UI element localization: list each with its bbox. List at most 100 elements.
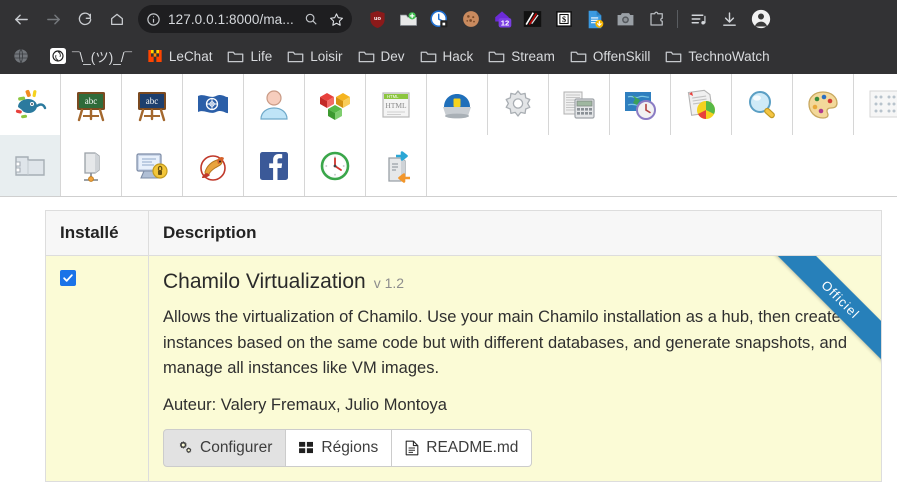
installed-checkbox[interactable]: [60, 270, 76, 286]
blue-blackboard-abc-icon[interactable]: abc: [122, 74, 183, 135]
icon-grid-filler: [427, 135, 488, 196]
configure-button[interactable]: Configurer: [163, 428, 287, 467]
regions-button[interactable]: Régions: [286, 428, 393, 467]
svg-text:abc: abc: [85, 96, 98, 106]
cookie-manager-icon[interactable]: [455, 4, 486, 34]
document-file-icon: [405, 440, 419, 456]
bookmark-folder-life[interactable]: Life: [220, 45, 279, 68]
map-clock-icon[interactable]: [610, 74, 671, 135]
account-avatar-icon[interactable]: [745, 4, 776, 34]
html-page-icon[interactable]: HTML HTML: [366, 74, 427, 135]
bookmark-label: LeChat: [168, 48, 213, 64]
gear-settings-icon[interactable]: [488, 74, 549, 135]
downloads-icon[interactable]: [714, 4, 745, 34]
info-circle-icon[interactable]: [146, 12, 161, 27]
reports-piechart-icon[interactable]: [671, 74, 732, 135]
gears-icon: [177, 440, 193, 455]
folder-icon: [488, 49, 505, 64]
globe-icon: [13, 48, 29, 64]
bookmark-label: TechnoWatch: [688, 48, 770, 64]
extension-strip: uo 12 $: [356, 4, 891, 34]
plugins-table: Installé Description Officiel Chamilo Vi…: [45, 210, 882, 482]
ublock-origin-icon[interactable]: uo: [362, 4, 393, 34]
server-migration-icon[interactable]: [366, 135, 427, 196]
screenshot-camera-icon[interactable]: [610, 4, 641, 34]
bookmark-folder-offenskill[interactable]: OffenSkill: [563, 45, 658, 68]
column-header-description: Description: [148, 210, 882, 256]
column-header-installed: Installé: [45, 210, 149, 256]
url-text[interactable]: 127.0.0.1:8000/ma...: [168, 12, 297, 27]
page-title: Chamilo Virtualization: [163, 270, 366, 293]
svg-text:HTML: HTML: [385, 101, 407, 110]
bookmark-label: Life: [250, 48, 273, 64]
cell-plugin-description: Officiel Chamilo Virtualization v 1.2 Al…: [148, 255, 882, 482]
cell-installed-checkbox: [45, 255, 149, 482]
icon-grid-row-2: [0, 135, 897, 196]
forward-button[interactable]: [38, 4, 68, 34]
svg-text:uo: uo: [374, 16, 381, 22]
green-blackboard-abc-icon[interactable]: abc: [61, 74, 122, 135]
plugin-author-text: Auteur: Valery Fremaux, Julio Montoya: [163, 395, 447, 414]
regions-button-label: Régions: [321, 438, 379, 456]
bookmark-folder-hack[interactable]: Hack: [413, 45, 481, 68]
browser-chrome: 127.0.0.1:8000/ma... uo 12 $ ¯\_(ツ)_/¯ L…: [0, 0, 897, 74]
bookmark-label: OffenSkill: [592, 48, 651, 64]
blue-dome-building-icon[interactable]: [427, 74, 488, 135]
privacy-clock-icon[interactable]: [424, 4, 455, 34]
colored-blocks-icon[interactable]: [305, 74, 366, 135]
svg-text:HTML: HTML: [387, 94, 399, 99]
folder-icon: [570, 49, 587, 64]
facebook-icon[interactable]: [244, 135, 305, 196]
bookmark-lechat[interactable]: LeChat: [140, 44, 220, 68]
back-button[interactable]: [6, 4, 36, 34]
bookmark-folder-stream[interactable]: Stream: [481, 45, 562, 68]
bookmark-folder-dev[interactable]: Dev: [351, 45, 412, 68]
search-icon[interactable]: [304, 12, 318, 26]
palette-themes-icon[interactable]: [793, 74, 854, 135]
bookmark-folder-technowatch[interactable]: TechnoWatch: [658, 45, 776, 68]
bookmark-label: Stream: [511, 48, 555, 64]
bookmark-label: Loisir: [310, 48, 343, 64]
dark-reader-icon[interactable]: [517, 4, 548, 34]
bookmark-chatgpt[interactable]: ¯\_(ツ)_/¯: [43, 42, 139, 70]
bookmark-globe[interactable]: [6, 44, 42, 68]
configure-button-label: Configurer: [200, 438, 273, 456]
bookmark-label: ¯\_(ツ)_/¯: [72, 50, 132, 65]
home-button[interactable]: [102, 4, 132, 34]
user-profile-icon[interactable]: [244, 74, 305, 135]
admin-icon-grid: abc abc HTML HTML: [0, 74, 897, 197]
calculator-icon[interactable]: [549, 74, 610, 135]
readme-button[interactable]: README.md: [392, 428, 533, 467]
page-content: abc abc HTML HTML Installé Description O…: [0, 74, 897, 482]
address-bar[interactable]: 127.0.0.1:8000/ma...: [138, 5, 352, 33]
plugins-table-wrapper: Installé Description Officiel Chamilo Vi…: [45, 210, 882, 482]
svg-text:abc: abc: [146, 96, 159, 106]
svg-text:$: $: [561, 15, 565, 24]
secure-computer-icon[interactable]: [122, 135, 183, 196]
plugin-action-buttons: Configurer Régions README.md: [163, 428, 533, 467]
server-node-icon[interactable]: [61, 135, 122, 196]
document-download-icon[interactable]: [579, 4, 610, 34]
folder-icon: [287, 49, 304, 64]
extensions-puzzle-icon[interactable]: [641, 4, 672, 34]
reload-button[interactable]: [70, 4, 100, 34]
purple-home-icon[interactable]: 12: [486, 4, 517, 34]
plugin-version: v 1.2: [373, 275, 405, 291]
bookmark-folder-loisir[interactable]: Loisir: [280, 45, 349, 68]
clock-icon[interactable]: [305, 135, 366, 196]
currency-converter-icon[interactable]: $: [548, 4, 579, 34]
bookmarks-bar: ¯\_(ツ)_/¯ LeChat Life Loisir Dev Hack St…: [0, 38, 897, 74]
folder-icon: [358, 49, 375, 64]
star-icon[interactable]: [329, 12, 344, 27]
magnifier-search-icon[interactable]: [732, 74, 793, 135]
save-to-folder-icon[interactable]: [393, 4, 424, 34]
playlist-icon[interactable]: [683, 4, 714, 34]
virtualization-folder-icon[interactable]: [0, 135, 61, 196]
un-flag-icon[interactable]: [183, 74, 244, 135]
plugin-description-text: Allows the virtualization of Chamilo. Us…: [163, 308, 848, 378]
dragon-icon[interactable]: [183, 135, 244, 196]
dotted-grid-icon[interactable]: [854, 74, 897, 135]
plugins-table-body: Officiel Chamilo Virtualization v 1.2 Al…: [45, 255, 882, 482]
bookmark-label: Hack: [442, 48, 474, 64]
chamilo-chameleon-icon[interactable]: [0, 74, 61, 135]
